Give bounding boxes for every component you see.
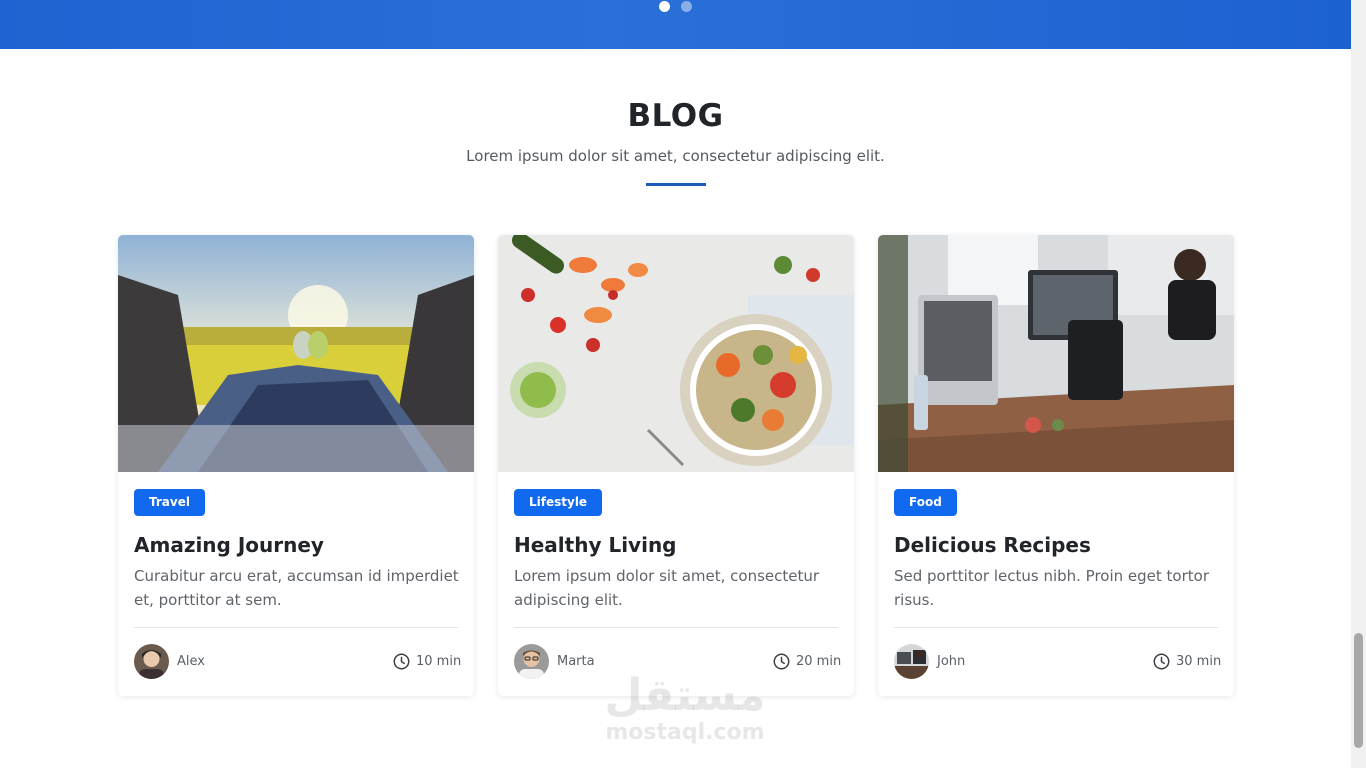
food-bowl-photo[interactable]: [498, 235, 854, 472]
read-time: 20 min: [796, 654, 842, 669]
author-avatar: [894, 644, 929, 679]
read-time: 30 min: [1176, 654, 1222, 669]
author-name[interactable]: Alex: [177, 654, 205, 669]
blog-title: BLOG: [627, 98, 724, 134]
hero-carousel: [0, 0, 1351, 49]
travel-photo[interactable]: [118, 235, 474, 472]
card-excerpt: Sed porttitor lectus nibh. Proin eget to…: [894, 567, 1209, 609]
clock-icon: [773, 653, 790, 670]
page: BLOG Lorem ipsum dolor sit amet, consect…: [0, 0, 1366, 768]
card-title[interactable]: Healthy Living: [514, 533, 677, 557]
blog-subtitle: Lorem ipsum dolor sit amet, consectetur …: [466, 147, 885, 165]
office-photo[interactable]: [878, 235, 1234, 472]
clock-icon: [1153, 653, 1170, 670]
carousel-indicator-1[interactable]: [659, 1, 670, 12]
card-excerpt: Lorem ipsum dolor sit amet, consectetur …: [514, 567, 820, 609]
title-divider: [646, 183, 706, 186]
card-divider: [514, 627, 838, 628]
blog-card-food[interactable]: Food Delicious Recipes Sed porttitor lec…: [878, 235, 1234, 696]
author-avatar: [514, 644, 549, 679]
blog-card-travel[interactable]: Travel Amazing Journey Curabitur arcu er…: [118, 235, 474, 696]
mostaql-watermark: مستقل mostaql.com: [600, 672, 770, 746]
category-badge[interactable]: Lifestyle: [514, 489, 603, 516]
author-name[interactable]: Marta: [557, 654, 595, 669]
author-avatar: [134, 644, 169, 679]
card-divider: [134, 627, 458, 628]
card-title[interactable]: Amazing Journey: [134, 533, 324, 557]
clock-icon: [393, 653, 410, 670]
category-badge[interactable]: Food: [894, 489, 957, 516]
author-name[interactable]: John: [937, 654, 965, 669]
scrollbar-thumb[interactable]: [1354, 633, 1363, 748]
card-excerpt: Curabitur arcu erat, accumsan id imperdi…: [134, 567, 459, 609]
read-time: 10 min: [416, 654, 462, 669]
card-title[interactable]: Delicious Recipes: [894, 533, 1091, 557]
carousel-indicator-2[interactable]: [681, 1, 692, 12]
watermark-arabic: مستقل: [604, 670, 766, 721]
blog-card-lifestyle[interactable]: Lifestyle Healthy Living Lorem ipsum dol…: [498, 235, 854, 696]
watermark-latin: mostaql.com: [605, 720, 765, 745]
vertical-scrollbar[interactable]: [1351, 0, 1366, 768]
category-badge[interactable]: Travel: [134, 489, 205, 516]
card-divider: [894, 627, 1218, 628]
